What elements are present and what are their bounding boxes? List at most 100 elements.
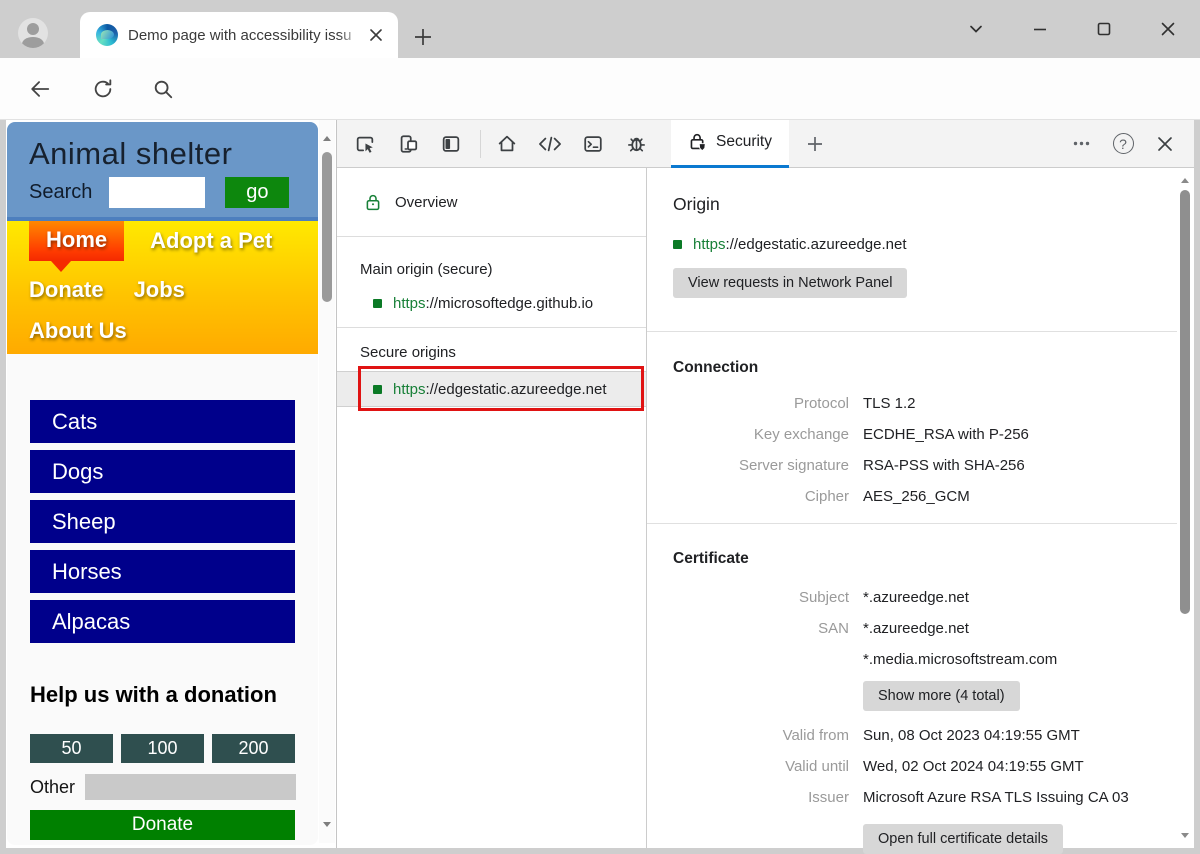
- sidebar-item-main-origin[interactable]: https://microsoftedge.github.io: [337, 278, 646, 328]
- elements-tab-icon[interactable]: [538, 132, 562, 156]
- security-tab-label: Security: [716, 133, 772, 150]
- browser-tab[interactable]: Demo page with accessibility issu: [80, 12, 398, 58]
- donate-button[interactable]: Donate: [30, 810, 295, 840]
- search-button[interactable]: [147, 73, 179, 105]
- origin-url: https://edgestatic.azureedge.net: [693, 236, 907, 253]
- minimize-button[interactable]: [1008, 7, 1072, 51]
- nav-link-about-us[interactable]: About Us: [29, 318, 127, 344]
- other-amount-label: Other: [30, 776, 76, 797]
- view-requests-button[interactable]: View requests in Network Panel: [673, 268, 908, 298]
- row-value: RSA-PSS with SHA-256: [863, 457, 1025, 474]
- nav-link-jobs[interactable]: Jobs: [134, 277, 185, 303]
- profile-avatar[interactable]: [12, 16, 54, 50]
- inspect-element-icon[interactable]: [353, 132, 377, 156]
- secure-bullet-icon: [673, 240, 682, 249]
- dock-side-icon[interactable]: [439, 132, 463, 156]
- secure-lock-icon: [366, 194, 380, 210]
- refresh-button[interactable]: [87, 73, 119, 105]
- welcome-home-tab-icon[interactable]: [495, 132, 519, 156]
- main-origin-heading: Main origin (secure): [360, 261, 493, 278]
- devtools-close-icon[interactable]: [1148, 129, 1182, 159]
- donation-amount-200-button[interactable]: 200: [212, 734, 295, 763]
- site-search-input[interactable]: [109, 177, 206, 208]
- sidebar-item-overview[interactable]: Overview: [337, 168, 646, 237]
- row-label: Protocol: [793, 395, 849, 412]
- toolbar-divider: [480, 129, 481, 158]
- show-more-san-button[interactable]: Show more (4 total): [863, 681, 1020, 711]
- nav-link-adopt-a-pet[interactable]: Adopt a Pet: [150, 228, 272, 254]
- devtools-more-options-icon[interactable]: [1064, 129, 1098, 159]
- back-button[interactable]: [24, 73, 56, 105]
- animal-shelter-page: Animal shelter Search go Home Adopt a Pe…: [7, 122, 318, 845]
- row-label: Cipher: [804, 488, 849, 505]
- category-button-alpacas[interactable]: Alpacas: [30, 600, 295, 643]
- new-tab-button[interactable]: [408, 22, 438, 52]
- window-controls: [944, 0, 1200, 58]
- origin-section-heading: Origin: [673, 194, 720, 214]
- maximize-button[interactable]: [1072, 7, 1136, 51]
- devtools-help-icon[interactable]: ?: [1106, 129, 1140, 159]
- row-label: SAN: [818, 620, 849, 637]
- category-button-cats[interactable]: Cats: [30, 400, 295, 443]
- browser-titlebar: Demo page with accessibility issu: [0, 0, 1200, 58]
- tab-security[interactable]: Security: [671, 119, 789, 168]
- row-label: Server signature: [738, 457, 849, 474]
- security-lock-shield-icon: [690, 133, 706, 152]
- scroll-down-icon[interactable]: [322, 819, 332, 829]
- site-content: Cats Dogs Sheep Horses Alpacas Help us w…: [7, 354, 318, 840]
- row-value: *.azureedge.net: [863, 589, 969, 606]
- connection-section-heading: Connection: [673, 359, 759, 376]
- nav-link-donate[interactable]: Donate: [29, 277, 104, 303]
- donation-amount-100-button[interactable]: 100: [121, 734, 204, 763]
- nav-link-home[interactable]: Home: [29, 221, 125, 272]
- row-value: *.azureedge.net: [863, 620, 969, 637]
- page-scrollbar-thumb[interactable]: [322, 152, 332, 302]
- row-value: Wed, 02 Oct 2024 04:19:55 GMT: [863, 758, 1084, 775]
- row-value: TLS 1.2: [863, 395, 916, 412]
- scroll-up-icon[interactable]: [322, 134, 332, 144]
- category-button-horses[interactable]: Horses: [30, 550, 295, 593]
- secure-bullet-icon: [373, 299, 382, 308]
- security-origin-view: Origin https://edgestatic.azureedge.net …: [647, 168, 1194, 854]
- devtools-toolbar: Security ?: [337, 119, 1194, 168]
- row-label: Key exchange: [753, 426, 849, 443]
- certificate-section-heading: Certificate: [673, 550, 749, 567]
- row-value: *.media.microsoftstream.com: [863, 651, 1058, 668]
- row-label: Valid from: [782, 727, 849, 744]
- secure-bullet-icon: [373, 384, 382, 394]
- row-value: AES_256_GCM: [863, 488, 970, 505]
- page-scrollbar[interactable]: [319, 120, 335, 843]
- site-title: Animal shelter: [29, 136, 233, 171]
- search-label: Search: [29, 181, 93, 203]
- device-emulation-icon[interactable]: [396, 132, 420, 156]
- tab-title: Demo page with accessibility issu: [128, 26, 362, 44]
- site-navigation: Home Adopt a Pet Donate Jobs About Us: [7, 221, 318, 354]
- row-label: Issuer: [808, 789, 849, 806]
- scroll-down-icon[interactable]: [1180, 830, 1190, 840]
- console-tab-icon[interactable]: [581, 132, 605, 156]
- browser-toolbar: microsoftedge.github.io/Demos/devtools-a…: [0, 58, 1200, 168]
- devtools-scrollbar-thumb[interactable]: [1180, 190, 1190, 614]
- secure-origins-heading: Secure origins: [360, 344, 456, 361]
- category-button-sheep[interactable]: Sheep: [30, 500, 295, 543]
- more-tabs-plus-icon[interactable]: [803, 132, 827, 156]
- edge-favicon-icon: [96, 24, 118, 46]
- category-button-dogs[interactable]: Dogs: [30, 450, 295, 493]
- sidebar-item-secure-origin-selected[interactable]: https://edgestatic.azureedge.net: [337, 371, 646, 407]
- other-amount-input[interactable]: [85, 774, 297, 800]
- search-go-button[interactable]: go: [225, 177, 290, 208]
- donation-amount-50-button[interactable]: 50: [30, 734, 113, 763]
- close-window-button[interactable]: [1136, 7, 1200, 51]
- main-origin-url: https://microsoftedge.github.io: [393, 295, 594, 312]
- open-certificate-details-button[interactable]: Open full certificate details: [863, 824, 1064, 854]
- scroll-up-icon[interactable]: [1180, 176, 1190, 186]
- page-viewport: Animal shelter Search go Home Adopt a Pe…: [6, 120, 336, 848]
- row-label: Subject: [798, 589, 849, 606]
- secure-origin-url: https://edgestatic.azureedge.net: [393, 380, 607, 398]
- tab-close-icon[interactable]: [364, 23, 388, 47]
- row-label: Valid until: [785, 758, 849, 775]
- devtools-scrollbar[interactable]: [1177, 168, 1193, 848]
- debugger-bug-icon[interactable]: [624, 132, 648, 156]
- row-value: Sun, 08 Oct 2023 04:19:55 GMT: [863, 727, 1080, 744]
- tab-actions-chevron-icon[interactable]: [944, 7, 1008, 51]
